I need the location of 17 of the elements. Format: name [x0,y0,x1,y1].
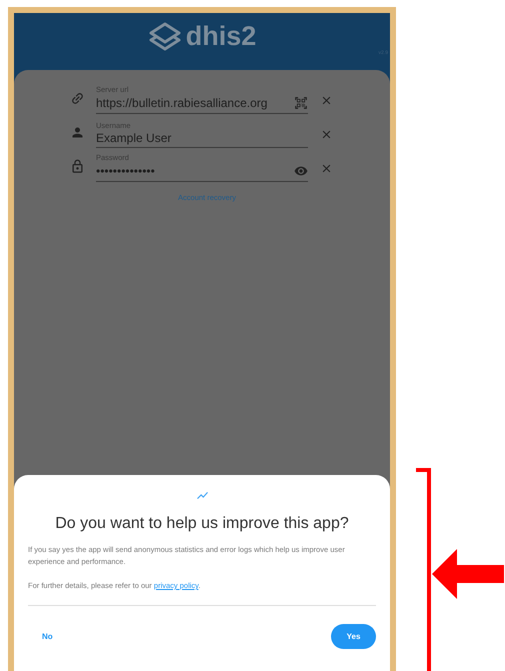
field-value: Example User [96,132,172,144]
yes-button[interactable]: Yes [331,624,376,649]
logo-text: dhis2 [186,22,256,50]
arrow-drawing [432,549,504,599]
lock-icon [70,159,85,174]
person-icon [70,125,85,140]
field-value: •••••••••••••• [96,165,155,177]
dialog-title: Do you want to help us improve this app? [54,514,350,534]
clear-icon[interactable] [320,94,333,107]
clear-icon[interactable] [320,162,333,175]
field-value: https://bulletin.rabiesalliance.org [96,97,268,109]
clear-icon[interactable] [320,128,333,141]
chart-trend-icon [196,489,208,502]
no-button[interactable]: No [28,624,67,648]
logo-icon [148,21,182,51]
eye-icon[interactable] [294,164,308,178]
qr-code-icon[interactable] [294,96,308,110]
